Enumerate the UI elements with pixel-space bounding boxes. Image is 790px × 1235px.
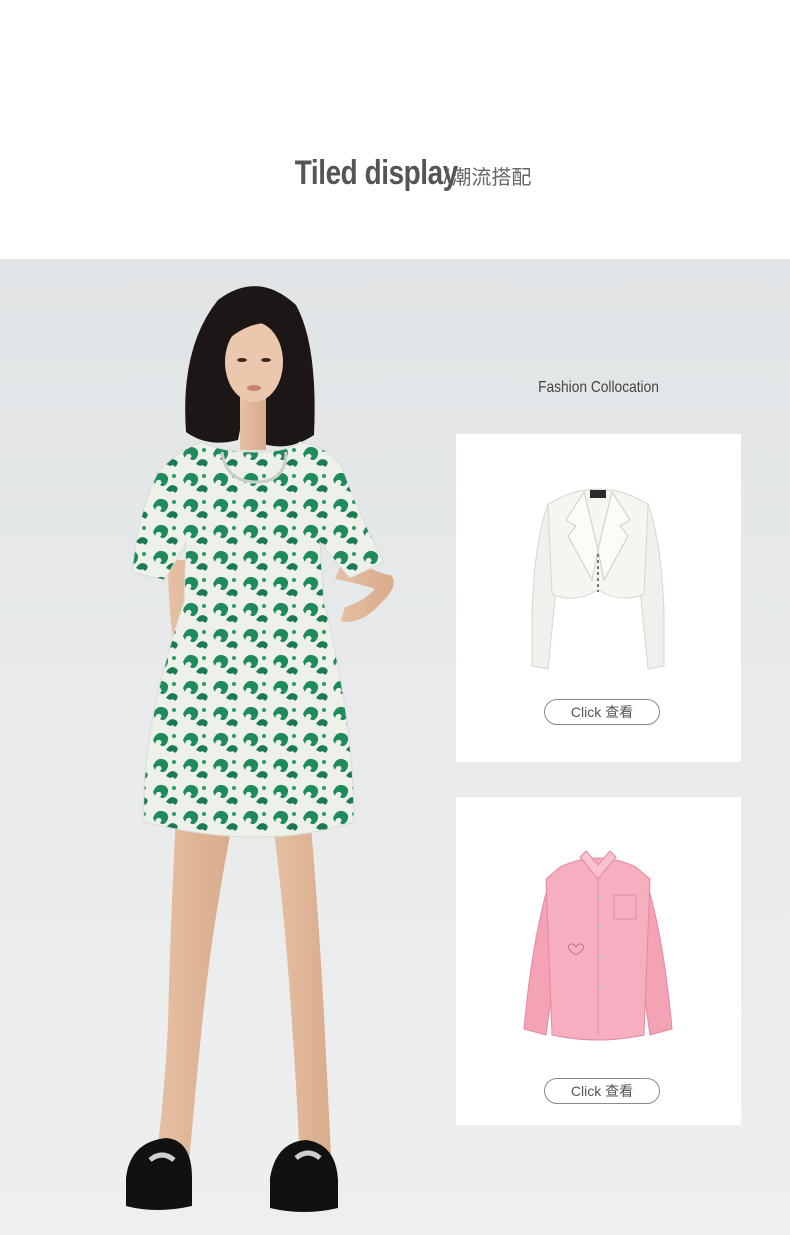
product-card-shirt[interactable]: Click 查看	[456, 797, 741, 1125]
pink-shirt-image	[523, 850, 673, 1041]
fashion-collocation-heading: Fashion Collocation	[538, 379, 659, 396]
view-shirt-button[interactable]: Click 查看	[544, 1078, 660, 1104]
green-print-dress	[131, 441, 385, 838]
right-leg	[272, 815, 332, 1175]
left-leg	[154, 815, 234, 1175]
white-blazer-image	[531, 488, 665, 670]
left-sandal	[126, 1138, 192, 1210]
title-subtitle: 潮流搭配	[451, 167, 532, 189]
product-card-blazer[interactable]: Click 查看	[456, 434, 741, 762]
title-main: Tiled display	[294, 154, 458, 192]
section-title: Tiled display/潮流搭配	[0, 154, 790, 193]
view-blazer-button[interactable]: Click 查看	[544, 699, 660, 725]
right-sandal	[270, 1140, 338, 1212]
lookbook-panel: Fashion Collocation Click 查看 Click 查看	[0, 259, 790, 1235]
header-section: Tiled display/潮流搭配	[0, 0, 790, 259]
